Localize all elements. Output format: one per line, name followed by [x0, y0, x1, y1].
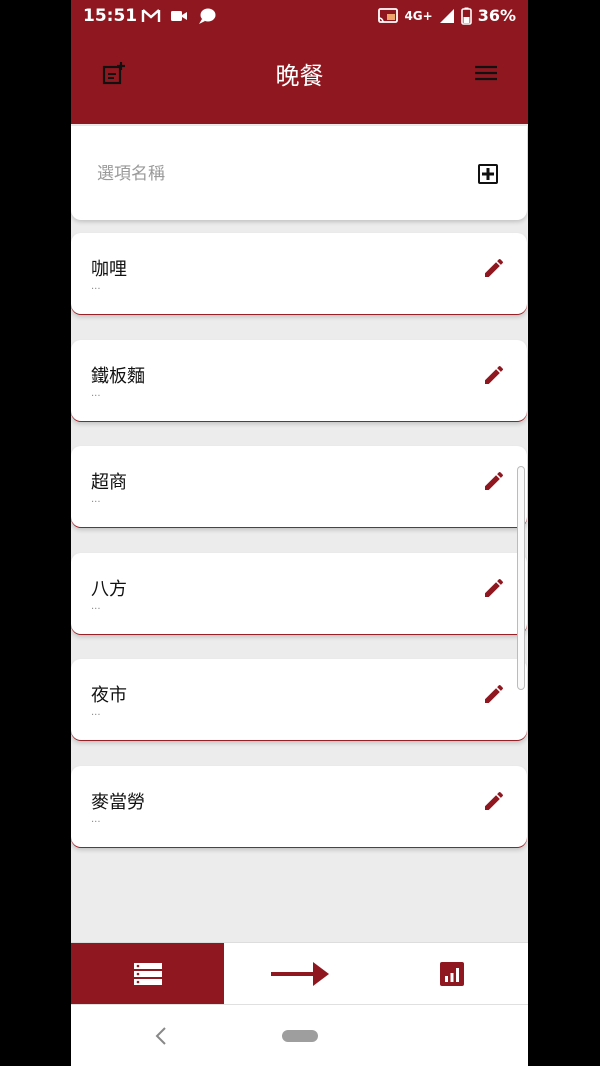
menu-button[interactable]: [471, 58, 501, 88]
pencil-icon[interactable]: [482, 256, 506, 280]
list-item[interactable]: 鐵板麵 ...: [71, 340, 527, 422]
item-subtitle: ...: [91, 601, 101, 612]
list-item[interactable]: 八方 ...: [71, 553, 527, 635]
tab-stats[interactable]: [376, 943, 528, 1005]
status-bar: 15:51 4G+ 36%: [71, 0, 528, 32]
item-card[interactable]: 夜市 ...: [71, 659, 527, 740]
add-box-icon[interactable]: [477, 163, 499, 185]
pencil-icon[interactable]: [482, 789, 506, 813]
arrow-right-icon: [271, 962, 329, 986]
item-subtitle: ...: [91, 814, 101, 825]
app-bar: 晚餐: [71, 32, 528, 124]
app-screen: 15:51 4G+ 36% 晚餐 選項名稱 咖哩 ... 鐵板麵 ... 超商 …: [71, 0, 528, 1066]
signal-icon: [439, 8, 454, 23]
item-title: 鐵板麵: [91, 366, 145, 387]
item-card[interactable]: 鐵板麵 ...: [71, 340, 527, 421]
network-type: 4G+: [404, 8, 433, 23]
pencil-icon[interactable]: [482, 469, 506, 493]
item-card[interactable]: 超商 ...: [71, 446, 527, 527]
item-title: 超商: [91, 472, 127, 493]
list-item[interactable]: 麥當勞 ...: [71, 766, 527, 848]
tab-list[interactable]: [71, 943, 224, 1005]
pencil-icon[interactable]: [482, 682, 506, 706]
pencil-icon[interactable]: [482, 576, 506, 600]
item-subtitle: ...: [91, 707, 101, 718]
list-item[interactable]: 咖哩 ...: [71, 233, 527, 315]
tab-draw[interactable]: [224, 943, 376, 1005]
list-icon: [133, 963, 162, 985]
item-subtitle: ...: [91, 494, 101, 505]
list-scrollbar[interactable]: [517, 466, 525, 690]
pencil-icon[interactable]: [482, 363, 506, 387]
home-pill[interactable]: [282, 1030, 318, 1042]
item-card[interactable]: 麥當勞 ...: [71, 766, 527, 847]
back-icon[interactable]: [151, 1025, 171, 1047]
chart-icon: [440, 962, 464, 986]
status-right: 4G+ 36%: [378, 6, 516, 25]
status-time: 15:51: [83, 6, 138, 26]
gmail-icon: [141, 9, 161, 22]
item-title: 夜市: [91, 685, 127, 706]
system-nav-bar: [71, 1004, 528, 1066]
battery-icon: [460, 7, 472, 25]
option-name-input[interactable]: [95, 160, 459, 188]
item-card[interactable]: 咖哩 ...: [71, 233, 527, 314]
item-card[interactable]: 八方 ...: [71, 553, 527, 634]
notification-icons: [141, 6, 217, 26]
item-subtitle: ...: [91, 281, 101, 292]
item-title: 八方: [91, 579, 127, 600]
chat-icon: [199, 8, 216, 24]
item-title: 麥當勞: [91, 792, 145, 813]
new-option-card: [71, 126, 527, 220]
cast-icon: [378, 7, 399, 23]
bottom-nav: [71, 942, 528, 1005]
battery-level: 36%: [477, 6, 516, 25]
video-icon: [171, 11, 187, 21]
page-title: 晚餐: [275, 62, 324, 90]
list-item[interactable]: 夜市 ...: [71, 659, 527, 741]
menu-icon: [475, 65, 497, 81]
item-subtitle: ...: [91, 388, 101, 399]
item-title: 咖哩: [91, 259, 127, 280]
list-item[interactable]: 超商 ...: [71, 446, 527, 528]
